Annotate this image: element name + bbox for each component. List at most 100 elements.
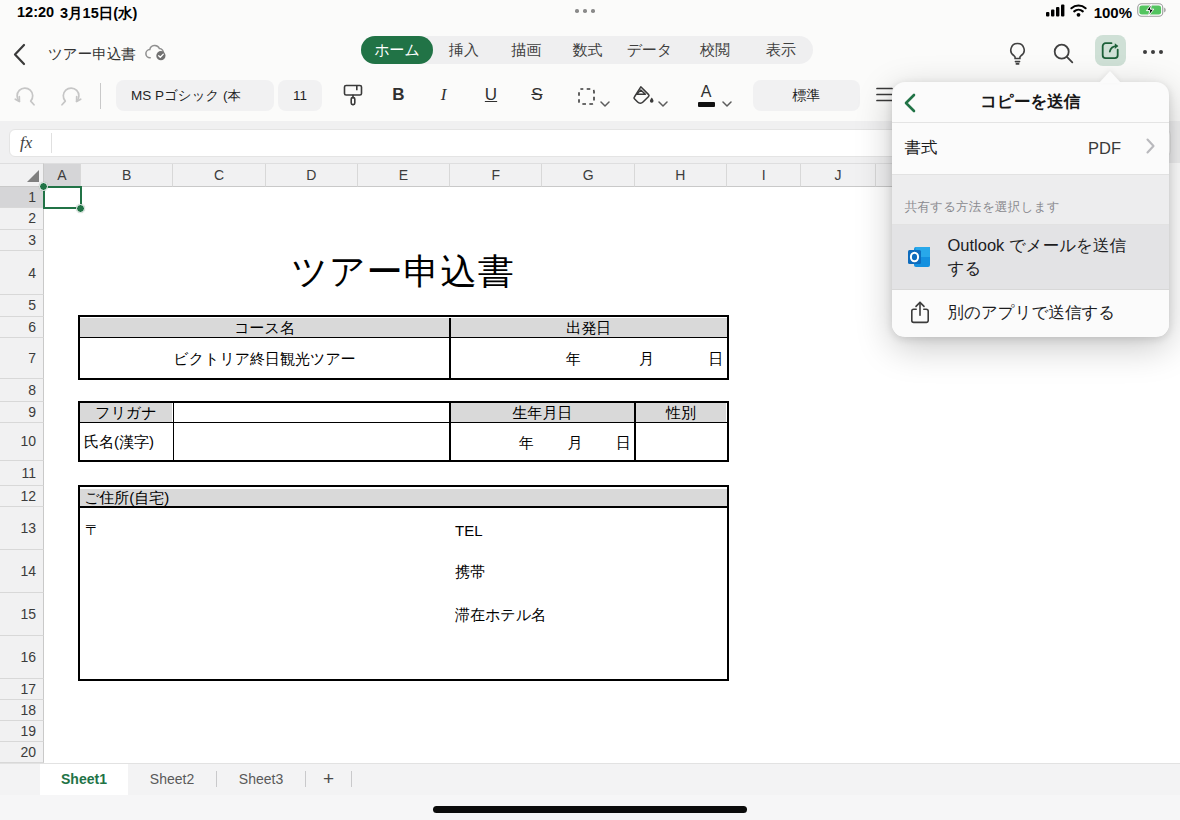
bottom-strip	[0, 795, 1180, 820]
row-header-9[interactable]: 9	[0, 402, 44, 423]
postal-mark-cell[interactable]: 〒	[85, 520, 100, 539]
ribbon-tab-校閲[interactable]: 校閲	[681, 36, 749, 64]
font-size-field[interactable]: 11	[278, 80, 322, 111]
alignment-icon[interactable]	[876, 87, 893, 106]
person-date-day[interactable]: 日	[616, 434, 631, 453]
sheet-tab-Sheet2[interactable]: Sheet2	[128, 764, 216, 795]
sheet-tab-Sheet3[interactable]: Sheet3	[217, 764, 305, 795]
tell-me-lightbulb-icon[interactable]	[1007, 42, 1028, 69]
person-date-year[interactable]: 年	[519, 434, 534, 453]
gender-header-cell[interactable]: 性別	[666, 404, 696, 423]
column-header-B[interactable]: B	[81, 164, 173, 187]
tel-label-cell[interactable]: TEL	[455, 521, 483, 538]
ribbon-tab-挿入[interactable]: 挿入	[433, 36, 495, 64]
row-header-4[interactable]: 4	[0, 251, 44, 295]
address-header-cell[interactable]: ご住所(自宅)	[84, 488, 169, 507]
row-header-13[interactable]: 13	[0, 507, 44, 550]
selection-handle-bottomright[interactable]	[76, 204, 85, 213]
selection-handle-topleft[interactable]	[39, 182, 48, 191]
course-date-month[interactable]: 月	[639, 349, 654, 368]
course-header-cell[interactable]: コース名	[234, 319, 295, 338]
row-header-14[interactable]: 14	[0, 550, 44, 593]
more-options-icon[interactable]	[1143, 50, 1163, 54]
row-header-3[interactable]: 3	[0, 230, 44, 252]
course-date-year[interactable]: 年	[566, 349, 581, 368]
popover-back-icon[interactable]	[903, 93, 917, 113]
row-header-8[interactable]: 8	[0, 379, 44, 402]
column-header-A[interactable]: A	[44, 164, 81, 187]
row-header-6[interactable]: 6	[0, 317, 44, 338]
row-header-16[interactable]: 16	[0, 636, 44, 679]
home-indicator[interactable]	[433, 806, 747, 813]
font-color-icon[interactable]: A	[697, 83, 715, 107]
outlook-option[interactable]: Outlook でメールを送信する	[892, 225, 1170, 290]
column-header-G[interactable]: G	[542, 164, 634, 187]
row-header-5[interactable]: 5	[0, 295, 44, 317]
fill-color-icon[interactable]	[631, 85, 656, 110]
format-painter-icon[interactable]	[343, 84, 363, 111]
row-header-10[interactable]: 10	[0, 423, 44, 461]
number-format-field[interactable]: 標準	[753, 80, 860, 111]
column-header-E[interactable]: E	[358, 164, 450, 187]
back-icon[interactable]	[12, 43, 28, 67]
font-color-dropdown-icon[interactable]	[722, 93, 732, 111]
row-header-2[interactable]: 2	[0, 208, 44, 230]
borders-icon[interactable]	[578, 88, 595, 109]
column-header-J[interactable]: J	[801, 164, 876, 187]
furigana-label-cell[interactable]: フリガナ	[95, 404, 156, 423]
row-header-1[interactable]: 1	[0, 187, 44, 209]
ribbon-tab-描画[interactable]: 描画	[495, 36, 557, 64]
row-header-19[interactable]: 19	[0, 721, 44, 742]
column-header-C[interactable]: C	[173, 164, 265, 187]
ribbon-tab-数式[interactable]: 数式	[557, 36, 618, 64]
format-row[interactable]: 書式 PDF	[892, 123, 1170, 174]
select-all-triangle-icon	[27, 170, 39, 182]
birthdate-header-cell[interactable]: 生年月日	[513, 404, 573, 423]
row-header-20[interactable]: 20	[0, 742, 44, 763]
ribbon-tab-表示[interactable]: 表示	[749, 36, 813, 64]
departure-header-cell[interactable]: 出発日	[566, 319, 611, 338]
column-headers[interactable]: ABCDEFGHIJ	[44, 163, 952, 187]
row-header-7[interactable]: 7	[0, 338, 44, 379]
column-header-H[interactable]: H	[635, 164, 727, 187]
name-label-cell[interactable]: 氏名(漢字)	[84, 433, 154, 452]
fill-color-dropdown-icon[interactable]	[658, 93, 668, 111]
hotel-label-cell[interactable]: 滞在ホテル名	[455, 606, 546, 625]
column-header-F[interactable]: F	[450, 164, 542, 187]
row-header-12[interactable]: 12	[0, 486, 44, 507]
ribbon-tab-ホーム[interactable]: ホーム	[361, 36, 433, 64]
strikethrough-button[interactable]: S	[529, 85, 545, 105]
row-header-17[interactable]: 17	[0, 679, 44, 700]
font-name-field[interactable]: MS Pゴシック (本	[116, 80, 274, 111]
row-headers[interactable]: 1234567891011121314151617181920	[0, 187, 44, 763]
sheet-tab-Sheet1[interactable]: Sheet1	[40, 764, 128, 795]
column-header-I[interactable]: I	[727, 164, 801, 187]
bold-button[interactable]: B	[390, 85, 407, 105]
course-date-day[interactable]: 日	[709, 349, 724, 368]
borders-dropdown-icon[interactable]	[600, 93, 610, 111]
share-button[interactable]	[1095, 35, 1127, 66]
add-sheet-button[interactable]: +	[306, 764, 351, 795]
column-header-D[interactable]: D	[266, 164, 358, 187]
redo-icon[interactable]	[60, 85, 82, 112]
person-date-month[interactable]: 月	[568, 434, 583, 453]
address-table	[78, 485, 729, 681]
mobile-label-cell[interactable]: 携帯	[455, 563, 485, 582]
italic-button[interactable]: I	[436, 85, 451, 105]
popover-title: コピーを送信	[980, 91, 1080, 113]
row-header-15[interactable]: 15	[0, 593, 44, 636]
other-app-option[interactable]: 別のアプリで送信する	[892, 289, 1170, 336]
document-title: ツアー申込書	[48, 45, 136, 64]
row-header-11[interactable]: 11	[0, 461, 44, 487]
excel-ipad-screen: 12:20 3月15日(水) 100% ツアー申込書 ホーム挿入描画数式データ校…	[0, 0, 1180, 820]
multitasking-dots-icon[interactable]	[575, 9, 595, 13]
undo-icon[interactable]	[14, 85, 36, 112]
course-value-cell[interactable]: ビクトリア終日観光ツアー	[173, 349, 355, 368]
row-header-18[interactable]: 18	[0, 700, 44, 721]
underline-button[interactable]: U	[483, 85, 499, 105]
person-table	[78, 401, 729, 462]
select-all-corner[interactable]	[0, 163, 44, 187]
search-icon[interactable]	[1053, 43, 1074, 68]
outlook-icon	[908, 246, 932, 268]
ribbon-tab-データ[interactable]: データ	[618, 36, 681, 64]
